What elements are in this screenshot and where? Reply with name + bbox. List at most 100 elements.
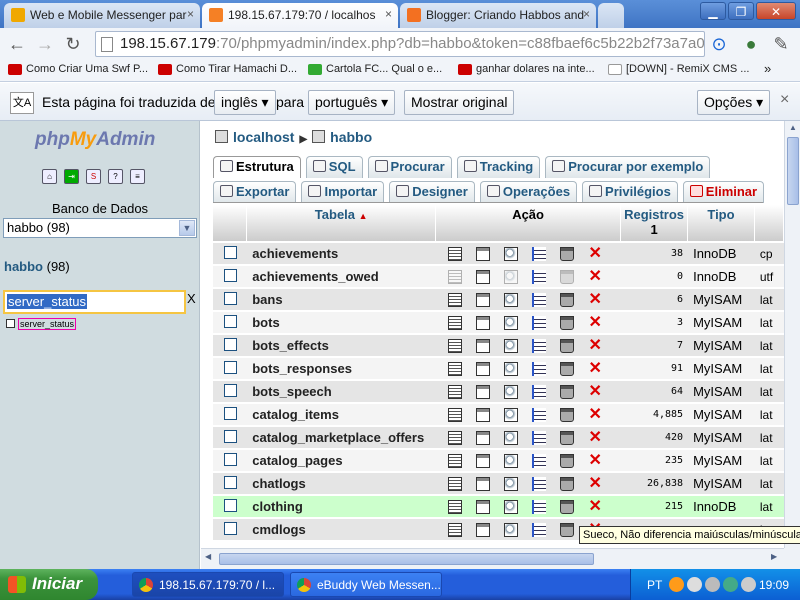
drop-icon[interactable]: ✕ xyxy=(588,269,602,285)
browse-icon[interactable] xyxy=(448,247,463,262)
empty-table-icon[interactable] xyxy=(560,385,575,400)
insert-icon[interactable] xyxy=(532,408,547,423)
sql-icon[interactable]: S xyxy=(86,169,101,184)
table-name[interactable]: clothing xyxy=(247,496,437,517)
empty-table-icon[interactable] xyxy=(560,293,575,308)
table-filter-input[interactable]: server_status xyxy=(3,290,186,314)
browse-icon[interactable] xyxy=(448,408,463,423)
row-checkbox[interactable] xyxy=(223,291,237,305)
table-row[interactable]: achievements_owed ✕ 0 InnoDB utf xyxy=(213,266,784,287)
structure-icon[interactable] xyxy=(476,362,491,377)
browse-icon[interactable] xyxy=(448,523,463,538)
table-name[interactable]: bots_effects xyxy=(247,335,437,356)
browse-icon[interactable] xyxy=(448,431,463,446)
table-row[interactable]: bots_effects ✕ 7 MyISAM lat xyxy=(213,335,784,356)
table-name[interactable]: achievements xyxy=(247,243,437,264)
breadcrumb-server[interactable]: localhost xyxy=(233,129,294,145)
tab-operations[interactable]: Operações xyxy=(479,181,578,203)
tab-designer[interactable]: Designer xyxy=(389,181,475,203)
bookmark-item[interactable]: Cartola FC... Qual o e... xyxy=(308,63,442,75)
browse-icon[interactable] xyxy=(448,477,463,492)
empty-table-icon[interactable] xyxy=(560,477,575,492)
database-select[interactable]: habbo (98) ▼ xyxy=(3,218,197,238)
search-icon[interactable] xyxy=(504,408,519,423)
address-bar[interactable]: 198.15.67.179:70/phpmyadmin/index.php?db… xyxy=(95,31,705,57)
insert-icon[interactable] xyxy=(532,293,547,308)
structure-icon[interactable] xyxy=(476,247,491,262)
table-name[interactable]: bots_responses xyxy=(247,358,437,379)
table-name[interactable]: catalog_marketplace_offers xyxy=(247,427,437,448)
scrollbar-thumb[interactable] xyxy=(219,553,594,565)
header-type[interactable]: Tipo xyxy=(688,205,755,241)
table-name[interactable]: cmdlogs xyxy=(247,519,437,540)
tab-export[interactable]: Exportar xyxy=(213,181,297,203)
structure-icon[interactable] xyxy=(476,523,491,538)
table-name[interactable]: catalog_items xyxy=(247,404,437,425)
structure-icon[interactable] xyxy=(476,293,491,308)
tray-network-icon[interactable] xyxy=(687,577,702,592)
chevron-down-icon[interactable]: ▼ xyxy=(179,220,195,236)
row-checkbox[interactable] xyxy=(223,521,237,535)
close-icon[interactable]: × xyxy=(780,91,789,109)
row-checkbox[interactable] xyxy=(223,360,237,374)
row-checkbox[interactable] xyxy=(223,337,237,351)
horizontal-scrollbar[interactable]: ◀ ▶ xyxy=(201,548,784,569)
structure-icon[interactable] xyxy=(476,385,491,400)
drop-icon[interactable]: ✕ xyxy=(588,453,602,469)
phpmyadmin-logo[interactable]: phpMyAdmin xyxy=(35,129,155,151)
empty-table-icon[interactable] xyxy=(560,500,575,515)
insert-icon[interactable] xyxy=(532,385,547,400)
insert-icon[interactable] xyxy=(532,431,547,446)
insert-icon[interactable] xyxy=(532,362,547,377)
browse-icon[interactable] xyxy=(448,385,463,400)
bookmark-item[interactable]: [DOWN] - RemiX CMS ... xyxy=(608,63,749,75)
browse-icon[interactable] xyxy=(448,454,463,469)
extension-icon[interactable]: ⊙ xyxy=(708,33,730,55)
scroll-up-icon[interactable]: ▲ xyxy=(786,123,800,137)
search-icon[interactable] xyxy=(504,362,519,377)
tab-structure[interactable]: Estrutura xyxy=(213,156,301,178)
row-checkbox[interactable] xyxy=(223,314,237,328)
close-icon[interactable]: × xyxy=(385,7,392,21)
bookmark-item[interactable]: ganhar dolares na inte... xyxy=(458,63,595,75)
table-row[interactable]: catalog_items ✕ 4,885 MyISAM lat xyxy=(213,404,784,425)
tab-drop[interactable]: Eliminar xyxy=(682,181,765,203)
header-records[interactable]: Registros 1 xyxy=(621,205,689,241)
empty-table-icon[interactable] xyxy=(560,523,575,538)
table-row[interactable]: chatlogs ✕ 26,838 MyISAM lat xyxy=(213,473,784,494)
empty-table-icon[interactable] xyxy=(560,316,575,331)
minimize-button[interactable]: ▁ xyxy=(700,2,726,20)
empty-table-icon[interactable] xyxy=(560,270,575,285)
table-name[interactable]: achievements_owed xyxy=(247,266,437,287)
drop-icon[interactable]: ✕ xyxy=(588,315,602,331)
table-name[interactable]: bans xyxy=(247,289,437,310)
row-checkbox[interactable] xyxy=(223,498,237,512)
drop-icon[interactable]: ✕ xyxy=(588,430,602,446)
insert-icon[interactable] xyxy=(532,316,547,331)
table-row[interactable]: clothing ✕ 215 InnoDB lat xyxy=(213,496,784,517)
bookmark-item[interactable]: Como Criar Uma Swf P... xyxy=(8,63,148,75)
row-checkbox[interactable] xyxy=(223,245,237,259)
search-icon[interactable] xyxy=(504,316,519,331)
speaker-icon[interactable] xyxy=(741,577,756,592)
window-close-button[interactable]: ✕ xyxy=(756,2,796,20)
drop-icon[interactable]: ✕ xyxy=(588,384,602,400)
structure-icon[interactable] xyxy=(476,431,491,446)
structure-icon[interactable] xyxy=(476,270,491,285)
exit-icon[interactable]: ⇥ xyxy=(64,169,79,184)
table-row[interactable]: catalog_pages ✕ 235 MyISAM lat xyxy=(213,450,784,471)
insert-icon[interactable] xyxy=(532,270,547,285)
start-button[interactable]: Iniciar xyxy=(0,569,98,600)
show-original-button[interactable]: Mostrar original xyxy=(404,90,515,115)
drop-icon[interactable]: ✕ xyxy=(588,476,602,492)
reload-icon[interactable]: ↻ xyxy=(62,33,84,55)
tab-query-by-example[interactable]: Procurar por exemplo xyxy=(545,156,711,178)
drop-icon[interactable]: ✕ xyxy=(588,338,602,354)
search-icon[interactable] xyxy=(504,431,519,446)
row-checkbox[interactable] xyxy=(223,406,237,420)
search-icon[interactable] xyxy=(504,385,519,400)
empty-table-icon[interactable] xyxy=(560,339,575,354)
search-icon[interactable] xyxy=(504,293,519,308)
drop-icon[interactable]: ✕ xyxy=(588,361,602,377)
insert-icon[interactable] xyxy=(532,523,547,538)
